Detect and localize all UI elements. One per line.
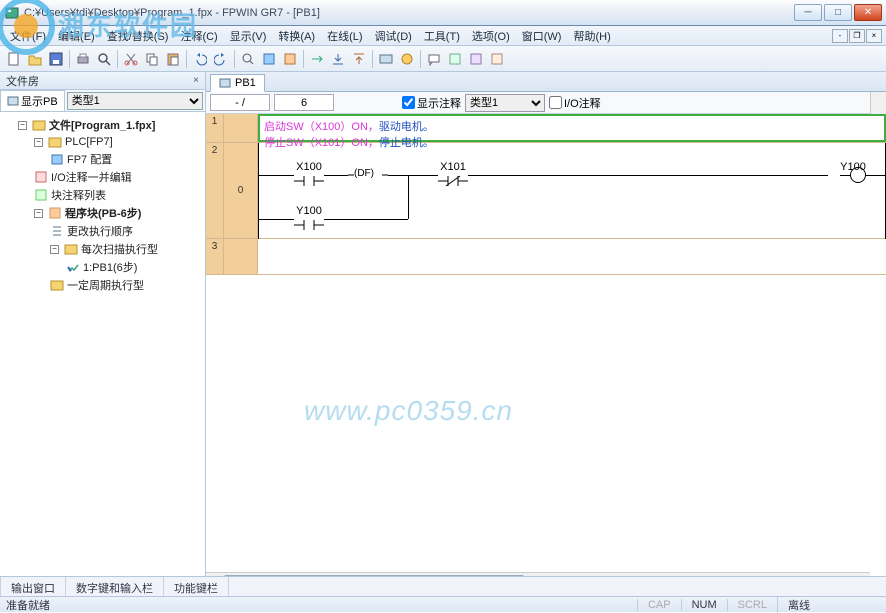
- display-comment-checkbox[interactable]: 显示注释: [402, 95, 461, 111]
- preview-button[interactable]: [94, 49, 114, 69]
- tree-fp7-config[interactable]: FP7 配置: [50, 150, 203, 168]
- bottom-panel-tabs: 输出窗口 数字键和输入栏 功能键栏: [0, 576, 886, 596]
- open-button[interactable]: [25, 49, 45, 69]
- mdi-restore-button[interactable]: ❐: [849, 29, 865, 43]
- rung-number: 1: [206, 114, 224, 142]
- menu-debug[interactable]: 调试(D): [369, 26, 418, 46]
- contact-x101-nc[interactable]: X101: [438, 161, 468, 188]
- rung-addr: 0: [224, 143, 258, 238]
- project-tree[interactable]: − 文件[Program_1.fpx] − PLC[FP7] FP7 配置: [0, 112, 205, 588]
- tree-pb1[interactable]: 1:PB1(6步): [66, 258, 203, 276]
- print-button[interactable]: [73, 49, 93, 69]
- tool-b-button[interactable]: [280, 49, 300, 69]
- title-bar: C:¥Users¥tdi¥Desktop¥Program_1.fpx - FPW…: [0, 0, 886, 26]
- status-button[interactable]: [397, 49, 417, 69]
- menu-comment[interactable]: 注释(C): [174, 26, 223, 46]
- menu-window[interactable]: 窗口(W): [516, 26, 568, 46]
- extra2-button[interactable]: [466, 49, 486, 69]
- rung-addr: [224, 114, 258, 142]
- contact-x100[interactable]: X100: [294, 161, 324, 188]
- menu-help[interactable]: 帮助(H): [567, 26, 616, 46]
- project-sidebar: 文件房 × 显示PB 类型1 − 文件[Program_1.fpx] − PLC…: [0, 72, 206, 588]
- menu-tools[interactable]: 工具(T): [418, 26, 466, 46]
- type-select[interactable]: 类型1: [465, 94, 545, 112]
- new-button[interactable]: [4, 49, 24, 69]
- rung-empty[interactable]: [258, 239, 886, 275]
- rung-logic[interactable]: X100 (DF) Y100: [258, 143, 886, 239]
- status-bar: 准备就绪 CAP NUM SCRL 离线: [0, 596, 886, 612]
- tab-pb1-label: PB1: [235, 77, 256, 89]
- window-buttons: ─ □ ✕: [794, 4, 882, 21]
- editor-area: PB1 - / 6 显示注释 类型1 I/O注释 1: [206, 72, 886, 588]
- menu-view[interactable]: 显示(V): [224, 26, 273, 46]
- minimize-button[interactable]: ─: [794, 4, 822, 21]
- df-function[interactable]: (DF): [348, 168, 388, 182]
- status-scrl: SCRL: [727, 599, 777, 611]
- menu-convert[interactable]: 转换(A): [272, 26, 321, 46]
- position-display-2: 6: [274, 94, 334, 111]
- rung-number: 3: [206, 239, 224, 274]
- contact-y100[interactable]: Y100: [294, 205, 324, 232]
- status-cap: CAP: [637, 599, 681, 611]
- convert-button[interactable]: [307, 49, 327, 69]
- status-ready: 准备就绪: [6, 597, 50, 613]
- tree-block-comment[interactable]: 块注释列表: [34, 186, 203, 204]
- rung-comment[interactable]: 启动SW（X100）ON，驱动电机。 停止SW（X101）ON，停止电机。: [258, 114, 886, 142]
- save-button[interactable]: [46, 49, 66, 69]
- ladder-editor[interactable]: 1 启动SW（X100）ON，驱动电机。 停止SW（X101）ON，停止电机。 …: [206, 114, 886, 588]
- extra1-button[interactable]: [445, 49, 465, 69]
- tree-every-scan[interactable]: − 每次扫描执行型: [50, 240, 203, 258]
- extra3-button[interactable]: [487, 49, 507, 69]
- tab-output[interactable]: 输出窗口: [0, 577, 66, 596]
- find-button[interactable]: [238, 49, 258, 69]
- coil-icon: [850, 167, 866, 183]
- tree-program-block[interactable]: − 程序块(PB-6步): [34, 204, 203, 222]
- download-button[interactable]: [328, 49, 348, 69]
- menu-options[interactable]: 选项(O): [466, 26, 516, 46]
- cut-button[interactable]: [121, 49, 141, 69]
- menu-bar: 文件(F) 编辑(E) 查找/替换(S) 注释(C) 显示(V) 转换(A) 在…: [0, 26, 886, 46]
- tab-pb1[interactable]: PB1: [210, 74, 265, 92]
- sidebar-close-icon[interactable]: ×: [193, 75, 199, 86]
- menu-edit[interactable]: 编辑(E): [52, 26, 101, 46]
- tree-root[interactable]: − 文件[Program_1.fpx]: [18, 116, 203, 134]
- redo-button[interactable]: [211, 49, 231, 69]
- options-bar: - / 6 显示注释 类型1 I/O注释: [206, 92, 886, 114]
- close-button[interactable]: ✕: [854, 4, 882, 21]
- position-display-1: - /: [210, 94, 270, 111]
- status-offline: 离线: [777, 597, 820, 613]
- document-tabs: PB1: [206, 72, 886, 92]
- menu-file[interactable]: 文件(F): [4, 26, 52, 46]
- paste-button[interactable]: [163, 49, 183, 69]
- menu-online[interactable]: 在线(L): [321, 26, 368, 46]
- window-title: C:¥Users¥tdi¥Desktop¥Program_1.fpx - FPW…: [24, 7, 794, 19]
- undo-button[interactable]: [190, 49, 210, 69]
- tab-function[interactable]: 功能键栏: [164, 577, 229, 596]
- sidebar-tab-label: 显示PB: [21, 93, 58, 109]
- io-comment-checkbox[interactable]: I/O注释: [549, 95, 601, 111]
- copy-button[interactable]: [142, 49, 162, 69]
- upload-button[interactable]: [349, 49, 369, 69]
- maximize-button[interactable]: □: [824, 4, 852, 21]
- sidebar-title-text: 文件房: [6, 73, 39, 89]
- status-num: NUM: [681, 599, 727, 611]
- mdi-minimize-button[interactable]: -: [832, 29, 848, 43]
- tree-io-comment[interactable]: I/O注释一并编辑: [34, 168, 203, 186]
- app-icon: [4, 5, 20, 21]
- rung-addr: [224, 239, 258, 274]
- monitor-button[interactable]: [376, 49, 396, 69]
- mdi-close-button[interactable]: ×: [866, 29, 882, 43]
- toolbar: [0, 46, 886, 72]
- rung-number: 2: [206, 143, 224, 238]
- sidebar-type-select[interactable]: 类型1: [67, 92, 203, 110]
- tool-a-button[interactable]: [259, 49, 279, 69]
- tree-fixed-cycle[interactable]: 一定周期执行型: [50, 276, 203, 294]
- tab-numeric[interactable]: 数字键和输入栏: [66, 577, 164, 596]
- sidebar-title: 文件房 ×: [0, 72, 205, 90]
- comment-button[interactable]: [424, 49, 444, 69]
- sidebar-tab-showpb[interactable]: 显示PB: [0, 90, 65, 111]
- menu-search[interactable]: 查找/替换(S): [101, 26, 175, 46]
- tree-plc[interactable]: − PLC[FP7]: [34, 134, 203, 150]
- tree-change-order[interactable]: 更改执行顺序: [50, 222, 203, 240]
